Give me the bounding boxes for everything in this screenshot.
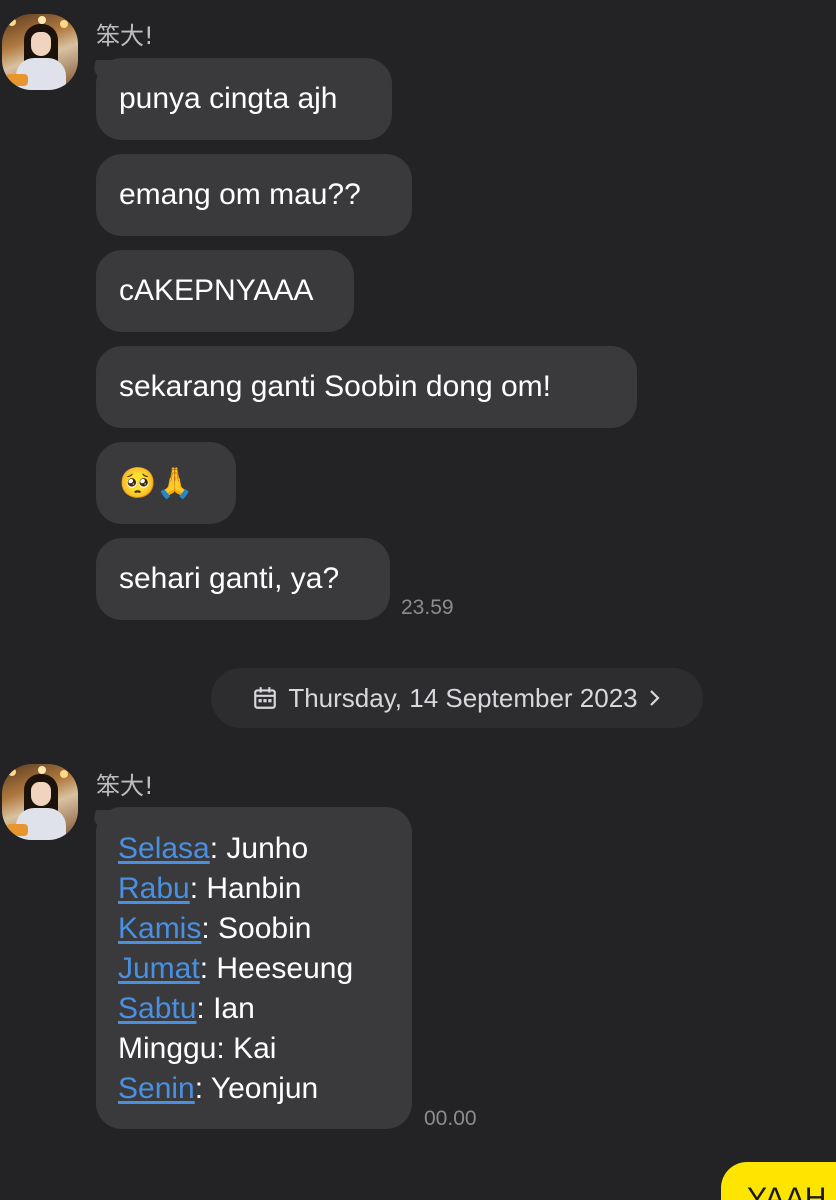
day-link[interactable]: Senin xyxy=(118,1072,195,1105)
avatar[interactable] xyxy=(2,764,78,840)
message-text: 🥺🙏 xyxy=(119,466,194,500)
schedule-person: : Heeseung xyxy=(199,952,354,985)
schedule-row: Sabtu: Ian xyxy=(118,989,390,1029)
sender-name: 笨大! xyxy=(96,772,154,800)
schedule-row: Minggu: Kai xyxy=(118,1029,390,1069)
schedule-row: Selasa: Junho xyxy=(118,829,390,869)
message-text: sehari ganti, ya? xyxy=(119,562,340,595)
schedule-person: : Kai xyxy=(216,1032,277,1065)
emoji-bubble[interactable]: 🥺🙏 xyxy=(96,442,236,524)
message-bubble[interactable]: sehari ganti, ya? xyxy=(96,538,390,620)
message-text: YAAH xyxy=(747,1182,827,1200)
schedule-message-bubble[interactable]: Selasa: Junho Rabu: Hanbin Kamis: Soobin… xyxy=(96,807,412,1129)
message-text: punya cingta ajh xyxy=(119,82,338,115)
message-text: cAKEPNYAAA xyxy=(119,274,314,307)
day-link[interactable]: Kamis xyxy=(118,912,201,945)
outgoing-message-bubble[interactable]: YAAH xyxy=(721,1162,836,1200)
chevron-right-icon xyxy=(649,690,660,706)
day-label: Minggu xyxy=(118,1032,217,1065)
calendar-icon xyxy=(254,687,277,709)
message-text: emang om mau?? xyxy=(119,178,361,211)
schedule-person: : Junho xyxy=(209,832,309,865)
day-link[interactable]: Rabu xyxy=(118,872,190,905)
message-bubble[interactable]: sekarang ganti Soobin dong om! xyxy=(96,346,637,428)
day-link[interactable]: Selasa xyxy=(118,832,210,865)
message-text: sekarang ganti Soobin dong om! xyxy=(119,370,551,403)
schedule-row: Rabu: Hanbin xyxy=(118,869,390,909)
schedule-person: : Ian xyxy=(196,992,255,1025)
message-bubble[interactable]: punya cingta ajh xyxy=(96,58,392,140)
date-text: Thursday, 14 September 2023 xyxy=(288,682,638,713)
schedule-person: : Soobin xyxy=(201,912,312,945)
schedule-row: Kamis: Soobin xyxy=(118,909,390,949)
avatar[interactable] xyxy=(2,14,78,90)
schedule-row: Senin: Yeonjun xyxy=(118,1069,390,1109)
schedule-row: Jumat: Heeseung xyxy=(118,949,390,989)
message-timestamp: 00.00 xyxy=(424,1107,477,1130)
day-link[interactable]: Sabtu xyxy=(118,992,196,1025)
message-timestamp: 23.59 xyxy=(401,596,454,619)
date-divider[interactable]: Thursday, 14 September 2023 xyxy=(211,668,703,728)
message-bubble[interactable]: cAKEPNYAAA xyxy=(96,250,354,332)
day-link[interactable]: Jumat xyxy=(118,952,200,985)
sender-name: 笨大! xyxy=(96,22,154,50)
schedule-person: : Yeonjun xyxy=(194,1072,319,1105)
schedule-person: : Hanbin xyxy=(189,872,302,905)
chat-screen: 笨大! punya cingta ajh emang om mau?? cAKE… xyxy=(0,0,836,1200)
message-bubble[interactable]: emang om mau?? xyxy=(96,154,412,236)
